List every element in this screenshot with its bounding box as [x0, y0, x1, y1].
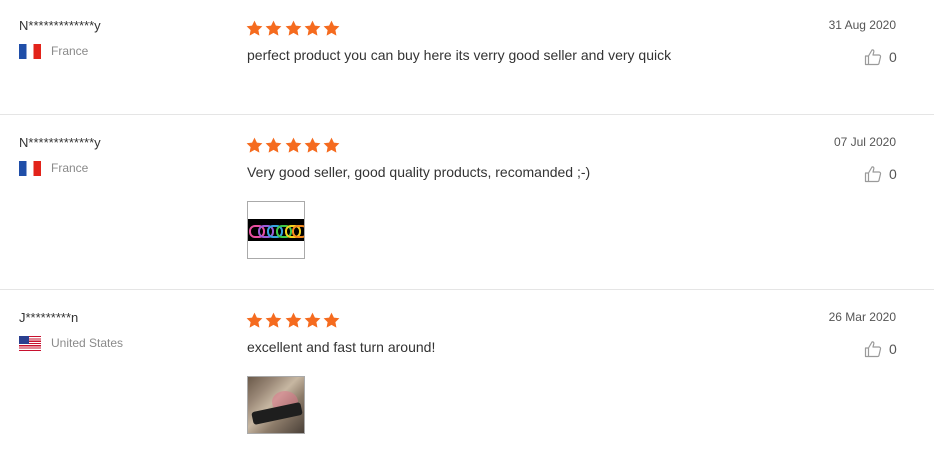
feedback-list: N*************y France perfect product y…	[0, 0, 944, 451]
review-item: N*************y France perfect product y…	[0, 18, 934, 115]
helpful-button[interactable]: 0	[864, 340, 897, 358]
country-name: United States	[51, 336, 124, 350]
thumbs-up-icon[interactable]	[864, 165, 882, 183]
star-icon	[246, 20, 263, 37]
thumbs-up-icon[interactable]	[864, 340, 882, 358]
review-text: Very good seller, good quality products,…	[247, 164, 591, 180]
wristband-photo[interactable]	[247, 376, 305, 434]
bracelets-photo[interactable]	[247, 201, 305, 259]
flag-france-icon	[19, 160, 41, 176]
star-rating	[246, 20, 342, 37]
star-icon	[285, 137, 302, 154]
reviewer-name: J*********n	[19, 310, 79, 325]
flag-usa-icon	[19, 335, 41, 351]
country-name: France	[51, 161, 89, 175]
reviewer-name: N*************y	[19, 135, 101, 150]
helpful-button[interactable]: 0	[864, 165, 897, 183]
country-name: France	[51, 44, 89, 58]
star-icon	[265, 137, 282, 154]
flag-france-icon	[19, 43, 41, 59]
star-icon	[304, 20, 321, 37]
star-rating	[246, 312, 342, 329]
star-icon	[246, 312, 263, 329]
review-text: excellent and fast turn around!	[247, 339, 436, 355]
star-icon	[304, 312, 321, 329]
star-icon	[246, 137, 263, 154]
star-icon	[285, 20, 302, 37]
bracelets-image	[248, 219, 304, 241]
reviewer-country: France	[19, 160, 88, 176]
star-icon	[265, 20, 282, 37]
star-icon	[323, 20, 340, 37]
thumbs-up-icon[interactable]	[864, 48, 882, 66]
helpful-button[interactable]: 0	[864, 48, 897, 66]
review-date: 31 Aug 2020	[828, 18, 896, 32]
star-rating	[246, 137, 342, 154]
review-item: J*********n United States excellent and …	[0, 310, 934, 451]
reviewer-country: France	[19, 43, 88, 59]
helpful-count: 0	[889, 49, 897, 65]
reviewer-name: N*************y	[19, 18, 101, 33]
star-icon	[285, 312, 302, 329]
review-date: 07 Jul 2020	[833, 135, 896, 149]
helpful-count: 0	[889, 166, 897, 182]
star-icon	[265, 312, 282, 329]
review-item: N*************y France Very good seller,…	[0, 135, 934, 290]
review-date: 26 Mar 2020	[828, 310, 896, 324]
reviewer-country: United States	[19, 335, 123, 351]
star-icon	[304, 137, 321, 154]
helpful-count: 0	[889, 341, 897, 357]
wristband-image	[248, 377, 304, 433]
star-icon	[323, 312, 340, 329]
star-icon	[323, 137, 340, 154]
review-text: perfect product you can buy here its ver…	[247, 47, 672, 63]
